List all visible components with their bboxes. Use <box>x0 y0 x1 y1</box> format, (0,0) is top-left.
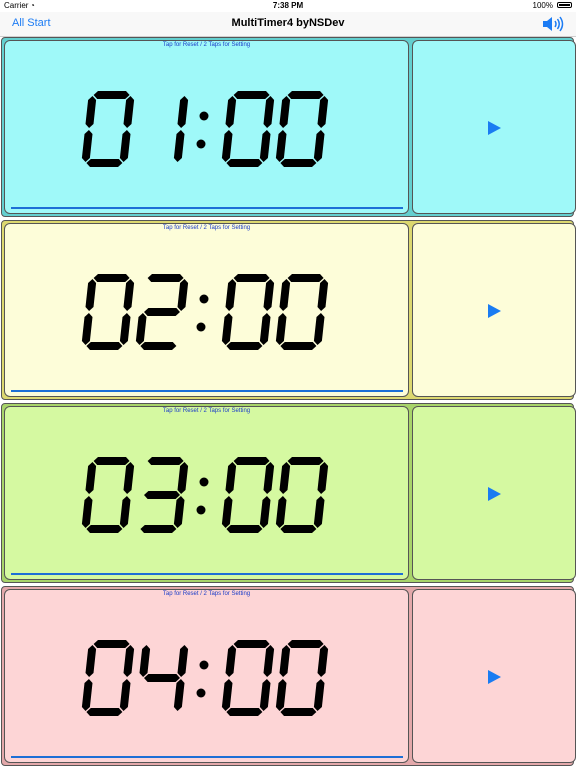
timer-progress-bar <box>11 756 403 758</box>
timer-progress-bar <box>11 207 403 209</box>
colon-dot <box>199 477 209 487</box>
battery-icon <box>557 2 572 8</box>
timer-hint: Tap for Reset / 2 Taps for Setting <box>162 408 251 414</box>
play-button[interactable] <box>412 40 576 214</box>
play-button[interactable] <box>412 589 576 763</box>
timer-hint: Tap for Reset / 2 Taps for Setting <box>162 42 251 48</box>
digit-1 <box>173 96 189 162</box>
timer-time <box>81 640 329 716</box>
play-icon <box>488 304 501 318</box>
digit-3 <box>140 457 189 533</box>
play-icon <box>488 670 501 684</box>
digit-0 <box>275 91 329 167</box>
play-button[interactable] <box>412 406 576 580</box>
colon-dot <box>196 688 206 698</box>
timer-hint: Tap for Reset / 2 Taps for Setting <box>162 591 251 597</box>
digit-0 <box>221 640 275 716</box>
timer-progress-bar <box>11 573 403 575</box>
timer-progress-bar <box>11 390 403 392</box>
digit-0 <box>81 640 135 716</box>
digit-0 <box>221 91 275 167</box>
timer-time <box>81 91 329 167</box>
status-bar: Carrier ◔ 7:38 PM 100% <box>0 0 576 12</box>
play-icon <box>488 487 501 501</box>
timer-row-2: Tap for Reset / 2 Taps for Setting <box>1 220 576 400</box>
colon-dot <box>199 294 209 304</box>
timer-display[interactable]: Tap for Reset / 2 Taps for Setting <box>4 589 409 763</box>
navigation-bar: All Start MultiTimer4 byNSDev <box>0 12 576 37</box>
digit-0 <box>275 457 329 533</box>
timer-display[interactable]: Tap for Reset / 2 Taps for Setting <box>4 40 409 214</box>
timer-row-4: Tap for Reset / 2 Taps for Setting <box>1 586 576 766</box>
colon-dot <box>199 660 209 670</box>
timer-row-1: Tap for Reset / 2 Taps for Setting <box>1 37 576 217</box>
colon-dot <box>199 111 209 121</box>
play-button[interactable] <box>412 223 576 397</box>
digit-0 <box>221 457 275 533</box>
digit-0 <box>275 274 329 350</box>
digit-0 <box>275 640 329 716</box>
colon-dot <box>196 139 206 149</box>
battery-percent: 100% <box>532 1 553 10</box>
play-icon <box>488 121 501 135</box>
timer-time <box>81 457 329 533</box>
digit-0 <box>81 274 135 350</box>
digit-4 <box>139 645 189 711</box>
speaker-icon[interactable] <box>542 15 566 33</box>
timer-row-3: Tap for Reset / 2 Taps for Setting <box>1 403 576 583</box>
digit-2 <box>135 274 189 350</box>
digit-0 <box>81 457 135 533</box>
timer-display[interactable]: Tap for Reset / 2 Taps for Setting <box>4 406 409 580</box>
colon-dot <box>196 322 206 332</box>
timer-list: Tap for Reset / 2 Taps for Setting Tap f… <box>0 37 576 768</box>
timer-hint: Tap for Reset / 2 Taps for Setting <box>162 225 251 231</box>
timer-display[interactable]: Tap for Reset / 2 Taps for Setting <box>4 223 409 397</box>
timer-time <box>81 274 329 350</box>
colon-dot <box>196 505 206 515</box>
clock: 7:38 PM <box>272 1 304 10</box>
digit-0 <box>81 91 135 167</box>
page-title: MultiTimer4 byNSDev <box>231 17 345 29</box>
digit-0 <box>221 274 275 350</box>
